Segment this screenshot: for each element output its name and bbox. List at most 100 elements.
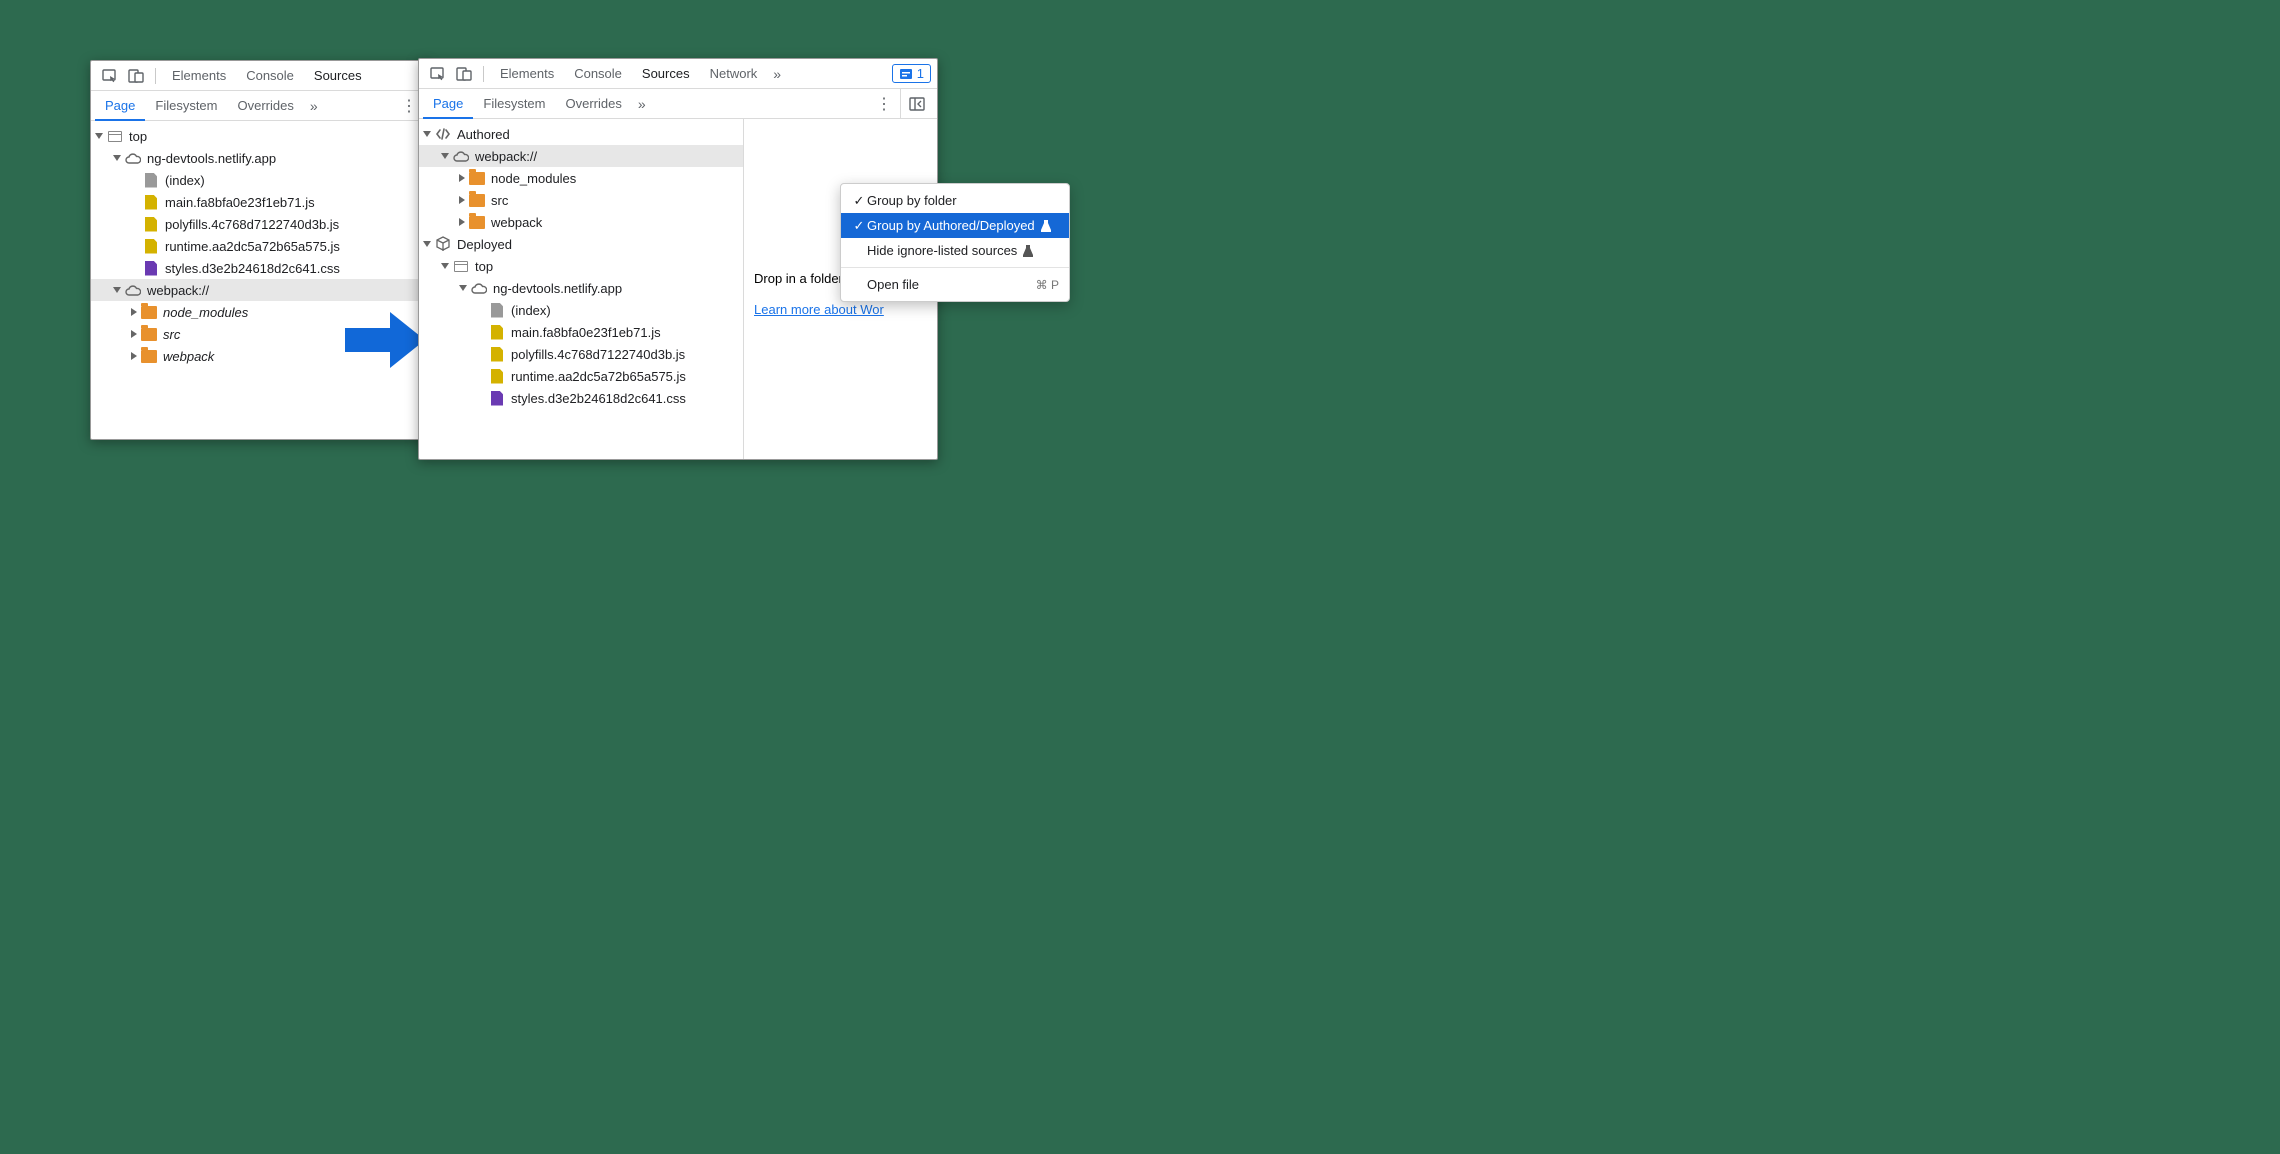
tree-label: top [475,259,493,274]
inspect-icon[interactable] [99,65,121,87]
sources-subtabs: Page Filesystem Overrides » ⋮ [419,89,937,119]
frame-icon [108,131,122,142]
tree-file[interactable]: (index) [419,299,743,321]
tree-label: ng-devtools.netlify.app [493,281,622,296]
tree-authored[interactable]: Authored [419,123,743,145]
flask-icon [1041,220,1051,232]
device-toggle-icon[interactable] [453,63,475,85]
menu-open-file[interactable]: Open file ⌘ P [841,272,1069,297]
tree-label: top [129,129,147,144]
tree-label: (index) [165,173,205,188]
tree-top[interactable]: top [91,125,429,147]
js-file-icon [145,239,157,254]
kebab-menu-icon[interactable]: ⋮ [868,94,900,114]
tree-file[interactable]: styles.d3e2b24618d2c641.css [419,387,743,409]
folder-icon [141,328,157,341]
tree-label: Authored [457,127,510,142]
subtab-filesystem[interactable]: Filesystem [473,89,555,119]
js-file-icon [145,217,157,232]
cube-icon [436,236,450,252]
js-file-icon [491,369,503,384]
tree-file[interactable]: runtime.aa2dc5a72b65a575.js [419,365,743,387]
js-file-icon [145,195,157,210]
tree-top[interactable]: top [419,255,743,277]
tree-label: styles.d3e2b24618d2c641.css [165,261,340,276]
menu-shortcut: ⌘ P [1036,278,1059,292]
tab-elements[interactable]: Elements [490,59,564,89]
tree-folder[interactable]: webpack [419,211,743,233]
tree-label: webpack [491,215,542,230]
learn-more-link[interactable]: Learn more about Wor [754,302,927,317]
tab-sources[interactable]: Sources [304,61,372,91]
tree-label: main.fa8bfa0e23f1eb71.js [511,325,661,340]
menu-label: Hide ignore-listed sources [867,243,1017,258]
flask-icon [1023,245,1033,257]
subtab-filesystem[interactable]: Filesystem [145,91,227,121]
tab-console[interactable]: Console [564,59,632,89]
subtab-page[interactable]: Page [95,91,145,121]
tree-label: node_modules [163,305,248,320]
tree-folder[interactable]: src [419,189,743,211]
file-icon [145,173,157,188]
css-file-icon [145,261,157,276]
context-menu: ✓Group by folder ✓Group by Authored/Depl… [840,183,1070,302]
cloud-icon [125,284,141,296]
device-toggle-icon[interactable] [125,65,147,87]
folder-icon [469,172,485,185]
toggle-sidebar-icon[interactable] [901,97,933,111]
tree-label: src [491,193,508,208]
more-tabs-icon[interactable]: » [304,98,324,114]
tree-label: webpack:// [475,149,537,164]
separator [155,68,156,84]
tree-file[interactable]: polyfills.4c768d7122740d3b.js [419,343,743,365]
tree-label: styles.d3e2b24618d2c641.css [511,391,686,406]
menu-group-authored[interactable]: ✓Group by Authored/Deployed [841,213,1069,238]
main-toolbar: Elements Console Sources Network » 1 [419,59,937,89]
tree-label: (index) [511,303,551,318]
tree-label: webpack:// [147,283,209,298]
issues-badge[interactable]: 1 [892,64,931,83]
file-icon [491,303,503,318]
js-file-icon [491,347,503,362]
menu-label: Group by Authored/Deployed [867,218,1035,233]
tab-sources[interactable]: Sources [632,59,700,89]
tab-console[interactable]: Console [236,61,304,91]
tree-webpack[interactable]: webpack:// [91,279,429,301]
file-tree: Authored webpack:// node_modules src web… [419,119,744,459]
tree-file[interactable]: main.fa8bfa0e23f1eb71.js [419,321,743,343]
tree-label: runtime.aa2dc5a72b65a575.js [511,369,686,384]
tree-deployed[interactable]: Deployed [419,233,743,255]
tree-webpack[interactable]: webpack:// [419,145,743,167]
tree-label: polyfills.4c768d7122740d3b.js [511,347,685,362]
arrow-icon [340,310,430,370]
main-toolbar: Elements Console Sources [91,61,429,91]
tab-elements[interactable]: Elements [162,61,236,91]
tree-folder[interactable]: node_modules [419,167,743,189]
tree-label: webpack [163,349,214,364]
frame-icon [454,261,468,272]
tab-network[interactable]: Network [700,59,768,89]
js-file-icon [491,325,503,340]
tree-file[interactable]: main.fa8bfa0e23f1eb71.js [91,191,429,213]
subtab-page[interactable]: Page [423,89,473,119]
inspect-icon[interactable] [427,63,449,85]
menu-group-folder[interactable]: ✓Group by folder [841,188,1069,213]
subtab-overrides[interactable]: Overrides [228,91,304,121]
tree-file[interactable]: polyfills.4c768d7122740d3b.js [91,213,429,235]
more-tabs-icon[interactable]: » [632,96,652,112]
sources-subtabs: Page Filesystem Overrides » ⋮ [91,91,429,121]
separator [483,66,484,82]
menu-label: Open file [867,277,919,292]
tree-domain[interactable]: ng-devtools.netlify.app [419,277,743,299]
devtools-panel-before: Elements Console Sources Page Filesystem… [90,60,430,440]
menu-hide-ignore[interactable]: Hide ignore-listed sources [841,238,1069,263]
tree-file[interactable]: runtime.aa2dc5a72b65a575.js [91,235,429,257]
tree-label: polyfills.4c768d7122740d3b.js [165,217,339,232]
tree-domain[interactable]: ng-devtools.netlify.app [91,147,429,169]
tree-file[interactable]: styles.d3e2b24618d2c641.css [91,257,429,279]
cloud-icon [453,150,469,162]
cloud-icon [471,282,487,294]
tree-file[interactable]: (index) [91,169,429,191]
more-tabs-icon[interactable]: » [767,66,787,82]
subtab-overrides[interactable]: Overrides [556,89,632,119]
